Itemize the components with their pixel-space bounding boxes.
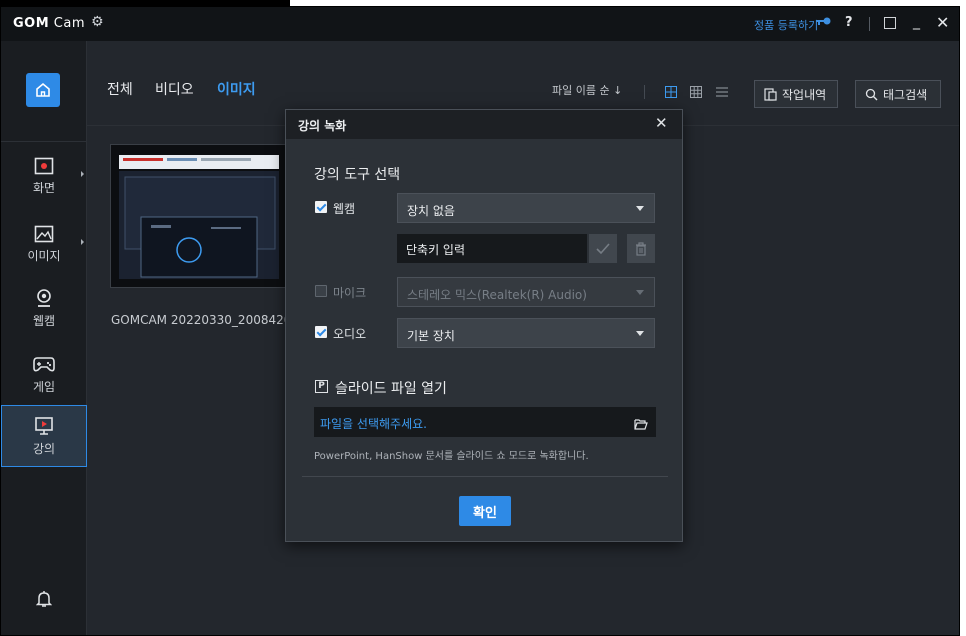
slide-section-title: 슬라이드 파일 열기 [335, 381, 447, 397]
close-button[interactable]: ✕ [936, 13, 949, 32]
hotkey-delete-button[interactable] [627, 234, 655, 263]
app-window: GOM Cam ⚙ 정품 등록하기 ? _ ✕ 화면 이미지 웹캠 게임 강의 … [0, 6, 960, 636]
sidebar-item-game[interactable]: 게임 [1, 343, 87, 405]
history-button-label: 작업내역 [782, 87, 827, 102]
tab-video[interactable]: 비디오 [155, 79, 194, 99]
file-name: GOMCAM 20220330_20084206 [111, 313, 287, 327]
chevron-down-icon [636, 290, 644, 295]
webcam-checkbox[interactable] [315, 201, 327, 213]
sidebar-item-label: 게임 [32, 379, 56, 394]
sort-dropdown[interactable]: 파일 이름 순 ↓ [552, 82, 622, 98]
ok-button[interactable]: 확인 [459, 496, 511, 526]
mic-device-value: 스테레오 믹스(Realtek(R) Audio) [407, 288, 587, 302]
hotkey-input[interactable]: 단축키 입력 [397, 234, 587, 263]
mini-mode-icon[interactable] [884, 17, 896, 29]
mic-label: 마이크 [333, 286, 367, 300]
sidebar-item-screen[interactable]: 화면 [1, 145, 87, 207]
sidebar-item-webcam[interactable]: 웹캠 [1, 277, 87, 339]
small-grid-view-icon[interactable] [690, 86, 702, 98]
history-icon [764, 87, 777, 101]
header-divider [644, 85, 645, 99]
trash-icon [636, 241, 646, 256]
home-button[interactable] [26, 73, 60, 107]
audio-device-select[interactable]: 기본 장치 [397, 318, 655, 348]
chevron-down-icon [636, 206, 644, 211]
help-button[interactable]: ? [845, 15, 853, 30]
dialog-close-button[interactable]: ✕ [655, 114, 668, 132]
sidebar-item-lecture[interactable]: 강의 [1, 405, 87, 467]
powerpoint-icon: P [315, 380, 328, 393]
tag-search-button[interactable]: 태그검색 [855, 80, 941, 108]
bell-icon [36, 591, 52, 607]
dialog-header: 강의 녹화 ✕ [286, 110, 682, 139]
sidebar-item-label: 웹캠 [32, 313, 56, 328]
chevron-down-icon [636, 331, 644, 336]
lecture-record-dialog: 강의 녹화 ✕ 강의 도구 선택 웹캠 장치 없음 단축키 입력 마이크 스테레… [285, 109, 683, 542]
gamepad-icon [33, 356, 55, 371]
slide-file-input[interactable]: 파일을 선택해주세요. [314, 407, 656, 437]
tab-image[interactable]: 이미지 [217, 79, 256, 99]
webcam-label: 웹캠 [333, 202, 356, 216]
minimize-button[interactable]: _ [913, 14, 920, 30]
mic-device-select[interactable]: 스테레오 믹스(Realtek(R) Audio) [397, 277, 655, 307]
image-icon [34, 225, 54, 242]
file-thumbnail[interactable] [110, 144, 286, 288]
tab-all[interactable]: 전체 [107, 79, 133, 99]
webcam-device-value: 장치 없음 [407, 204, 455, 218]
sidebar-divider [1, 141, 87, 142]
audio-checkbox[interactable] [315, 326, 327, 338]
key-icon[interactable] [816, 15, 832, 29]
large-grid-view-icon[interactable] [665, 86, 677, 98]
notification-button[interactable] [26, 581, 62, 617]
submenu-arrow-icon [81, 171, 84, 177]
app-logo: GOM Cam [13, 16, 86, 31]
search-icon [865, 88, 878, 100]
sidebar-item-label: 화면 [32, 180, 56, 195]
dialog-title: 강의 녹화 [298, 119, 347, 133]
sidebar-item-label: 강의 [32, 441, 56, 456]
hotkey-confirm-button[interactable] [589, 234, 617, 263]
folder-open-icon[interactable] [634, 415, 648, 434]
tool-section-title: 강의 도구 선택 [314, 167, 401, 183]
titlebar-divider [869, 17, 870, 31]
dialog-divider [302, 476, 668, 477]
list-view-icon[interactable] [716, 86, 728, 98]
sidebar-item-label: 이미지 [27, 248, 61, 263]
mic-checkbox[interactable] [315, 285, 327, 297]
webcam-device-select[interactable]: 장치 없음 [397, 193, 655, 223]
register-link[interactable]: 정품 등록하기 [754, 17, 818, 33]
screen-record-icon [34, 157, 54, 174]
thumbnail-preview-image [111, 145, 285, 287]
sidebar-item-image[interactable]: 이미지 [1, 213, 87, 275]
slide-hint-text: PowerPoint, HanShow 문서를 슬라이드 쇼 모드로 녹화합니다… [314, 451, 589, 462]
webcam-icon [37, 288, 51, 307]
history-button[interactable]: 작업내역 [754, 80, 838, 108]
title-bar: GOM Cam ⚙ 정품 등록하기 ? _ ✕ [1, 7, 959, 41]
lecture-icon [35, 416, 53, 435]
submenu-arrow-icon [81, 239, 84, 245]
gear-icon[interactable]: ⚙ [91, 14, 104, 30]
audio-label: 오디오 [333, 327, 367, 341]
tag-search-button-label: 태그검색 [883, 87, 928, 102]
checkmark-icon [596, 242, 610, 254]
audio-device-value: 기본 장치 [407, 329, 455, 343]
sidebar: 화면 이미지 웹캠 게임 강의 [1, 41, 87, 635]
home-icon [36, 82, 50, 97]
